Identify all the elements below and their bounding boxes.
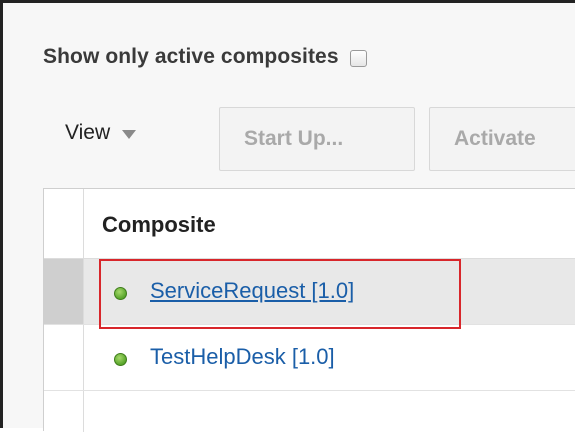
view-menu[interactable]: View (65, 121, 137, 145)
column-header-composite[interactable]: Composite (102, 212, 216, 238)
table-header-row: Composite (44, 189, 575, 259)
composite-link[interactable]: TestHelpDesk [1.0] (150, 344, 335, 370)
toolbar: View Start Up... Activate (43, 107, 575, 175)
row-selector[interactable] (44, 325, 84, 390)
table-row[interactable]: TestHelpDesk [1.0] (44, 325, 575, 391)
composite-link[interactable]: ServiceRequest [1.0] (150, 278, 354, 304)
status-active-icon (114, 353, 127, 366)
view-menu-label: View (65, 121, 111, 144)
activate-button[interactable]: Activate (429, 107, 575, 171)
header-gutter-cell (44, 189, 84, 258)
table-row[interactable]: ServiceRequest [1.0] (44, 259, 575, 325)
active-filter-checkbox[interactable] (349, 50, 367, 67)
start-up-button[interactable]: Start Up... (219, 107, 415, 171)
status-active-icon (114, 287, 127, 300)
active-filter-row: Show only active composites (43, 45, 367, 69)
activate-button-label: Activate (454, 127, 536, 150)
composites-panel: Show only active composites View Start U… (0, 0, 575, 432)
active-filter-label: Show only active composites (43, 45, 339, 68)
start-up-button-label: Start Up... (244, 127, 344, 150)
composites-table: Composite ServiceRequest [1.0] TestHelpD… (43, 188, 575, 432)
chevron-down-icon (122, 130, 137, 139)
row-selector[interactable] (44, 259, 84, 324)
